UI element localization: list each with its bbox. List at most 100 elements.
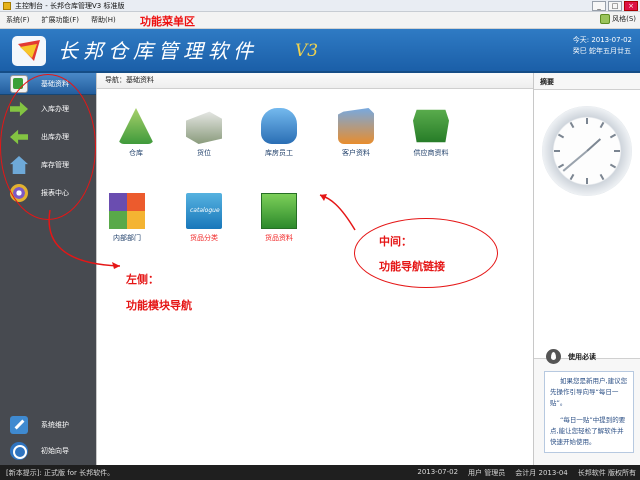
nav-inbound[interactable]: 入库办理	[0, 98, 96, 120]
guide-icon	[10, 442, 28, 460]
tile-label: 货位	[197, 149, 211, 157]
tile-label: 内部部门	[113, 234, 141, 242]
status-left-text: [新本提示]: 正式版 for 长邦软件。	[6, 468, 115, 477]
window-title: 主控制台 - 长邦仓库管理V3 标准版	[15, 1, 125, 10]
location-icon	[186, 111, 222, 144]
tile-goods[interactable]: 货品资料	[249, 193, 309, 249]
maximize-button[interactable]: □	[608, 1, 622, 11]
tile-staff[interactable]: 库房员工	[249, 108, 309, 164]
app-logo-icon	[12, 36, 46, 66]
nav-basic-data[interactable]: 基础资料	[0, 73, 96, 95]
menu-help[interactable]: 帮助(H)	[85, 15, 122, 25]
window-titlebar: 主控制台 - 长邦仓库管理V3 标准版 _ □ ×	[0, 0, 640, 12]
clock-tick	[586, 178, 588, 184]
lunar-date: 癸巳 蛇年五月廿五	[572, 47, 631, 55]
staff-icon	[261, 108, 297, 144]
close-button[interactable]: ×	[624, 1, 638, 11]
nav-label: 入库办理	[41, 105, 69, 113]
notice-paragraph: 如果您是新用户,建议您先操作引导向导“每日一贴”。	[550, 377, 628, 407]
notice-paragraph: “每日一贴”中提到的要点,能让您轻松了解软件并快速开始使用。	[550, 416, 626, 446]
house-icon	[10, 156, 28, 174]
tile-label: 仓库	[129, 149, 143, 157]
status-period: 会计月 2013-04	[515, 468, 568, 477]
left-annotation-title: 左侧：	[126, 273, 159, 286]
tile-label: 货品分类	[190, 234, 218, 242]
right-panel: 摘要 使用必读 如果您是新用户,建议您先操作引导向导“每日一贴”。 “每日一贴”…	[534, 73, 640, 465]
tile-label: 供应商资料	[413, 149, 449, 157]
catalogue-caption: catalogue	[190, 207, 220, 214]
clock-tick	[609, 163, 617, 169]
app-icon	[3, 1, 11, 10]
center-annotation-desc: 功能导航链接	[379, 260, 445, 273]
clock-icon	[542, 106, 632, 196]
goods-icon	[261, 193, 297, 229]
notice-title: 使用必读	[568, 352, 596, 361]
nav-label: 库存管理	[41, 161, 69, 169]
report-icon	[10, 184, 28, 202]
nav-label: 初始向导	[41, 447, 69, 455]
department-icon	[109, 193, 145, 229]
status-right: 2013-07-02 用户 管理员 会计月 2013-04 长邦软件 版权所有	[417, 468, 636, 478]
clock-tick	[569, 173, 575, 181]
status-copyright: 长邦软件 版权所有	[577, 468, 636, 477]
nav-initial-guide[interactable]: 初始向导	[0, 440, 96, 462]
customer-icon	[338, 108, 374, 144]
nav-label: 基础资料	[41, 79, 69, 88]
tile-department[interactable]: 内部部门	[97, 193, 157, 249]
palette-icon	[600, 14, 611, 24]
breadcrumb: 导航：基础资料	[97, 73, 533, 89]
date-info: 今天: 2013-07-02 癸巳 蛇年五月廿五	[573, 35, 632, 57]
nav-label: 出库办理	[41, 133, 69, 141]
tile-warehouse[interactable]: 仓库	[106, 108, 166, 164]
arrow-right-icon	[10, 101, 28, 117]
app-version: V3	[295, 41, 319, 61]
status-date: 2013-07-02	[417, 467, 459, 476]
app-banner: 长邦仓库管理软件 V3 今天: 2013-07-02 癸巳 蛇年五月廿五	[0, 29, 640, 73]
nav-reports[interactable]: 报表中心	[0, 182, 96, 204]
today-date: 今天: 2013-07-02	[572, 36, 632, 44]
app-name: 长邦仓库管理软件	[58, 39, 258, 63]
droplet-icon	[546, 349, 561, 364]
clock-tick	[609, 133, 617, 139]
database-icon	[10, 74, 28, 93]
clock-tick	[599, 121, 605, 129]
clock-tick	[569, 121, 575, 129]
clock-tick	[557, 133, 565, 139]
notice-box: 如果您是新用户,建议您先操作引导向导“每日一贴”。 “每日一贴”中提到的要点,能…	[544, 371, 634, 453]
arrow-left-icon	[10, 129, 28, 145]
status-user: 用户 管理员	[468, 468, 506, 477]
menu-annotation: 功能菜单区	[140, 15, 195, 28]
window-controls: _ □ ×	[592, 1, 638, 11]
tile-category[interactable]: catalogue 货品分类	[174, 193, 234, 249]
clock-tick	[586, 118, 588, 124]
nav-inventory[interactable]: 库存管理	[0, 154, 96, 176]
clock-minute-hand	[562, 150, 588, 172]
tile-location[interactable]: 货位	[174, 108, 234, 164]
clock-tick	[599, 173, 605, 181]
wrench-icon	[10, 416, 28, 434]
style-button[interactable]: 风格(S)	[600, 14, 636, 24]
nav-system-maintenance[interactable]: 系统维护	[0, 414, 96, 436]
nav-label: 报表中心	[41, 189, 69, 197]
breadcrumb-text: 导航：基础资料	[105, 76, 154, 84]
clock-tick	[614, 150, 620, 152]
summary-title: 摘要	[540, 78, 554, 86]
menu-bar: 系统(F) 扩展功能(F) 帮助(H) 功能菜单区 风格(S)	[0, 12, 640, 29]
status-bar: [新本提示]: 正式版 for 长邦软件。 2013-07-02 用户 管理员 …	[0, 465, 640, 480]
nav-outbound[interactable]: 出库办理	[0, 126, 96, 148]
main-content: 导航：基础资料 仓库 货位 库房员工 客户资料 供应商资料 内部部门 catal…	[96, 73, 534, 465]
menu-system[interactable]: 系统(F)	[0, 15, 36, 25]
left-annotation-desc: 功能模块导航	[126, 299, 192, 312]
tile-label: 货品资料	[265, 234, 293, 242]
center-annotation-title: 中间：	[379, 235, 412, 248]
nav-label: 系统维护	[41, 421, 69, 429]
clock-hour-hand	[586, 138, 602, 152]
style-label: 风格(S)	[612, 15, 636, 23]
tile-customer[interactable]: 客户资料	[326, 108, 386, 164]
supplier-icon	[413, 109, 449, 143]
notice-header: 使用必读	[546, 349, 596, 364]
menu-extended[interactable]: 扩展功能(F)	[36, 15, 86, 25]
minimize-button[interactable]: _	[592, 1, 606, 11]
tile-supplier[interactable]: 供应商资料	[401, 108, 461, 164]
clock-tick	[557, 163, 565, 169]
